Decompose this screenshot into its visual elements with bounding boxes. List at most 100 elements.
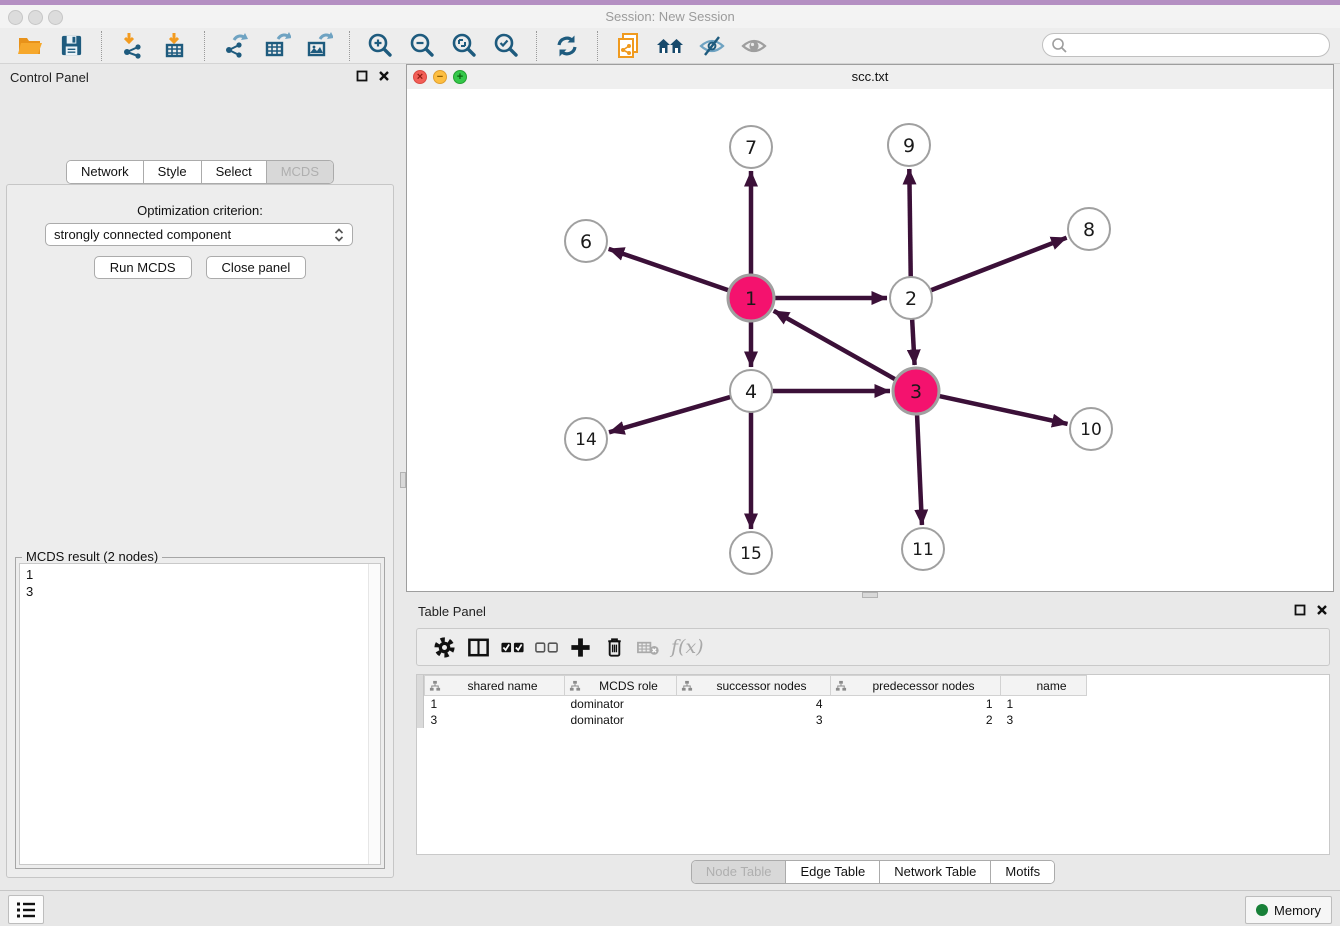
checked-boxes-icon [499, 635, 526, 660]
clone-network-button[interactable] [613, 31, 643, 61]
table-cell[interactable]: 1 [425, 696, 565, 713]
split-pane-icon [466, 635, 491, 660]
tab-edge-table[interactable]: Edge Table [785, 861, 879, 883]
graph-edge-1-6[interactable] [609, 249, 731, 291]
float-panel-icon[interactable] [1294, 604, 1306, 616]
close-panel-icon[interactable] [1316, 604, 1328, 616]
graph-node-15[interactable]: 15 [730, 532, 772, 574]
graph-edge-2-9[interactable] [909, 169, 910, 278]
toolbar-separator [597, 31, 598, 61]
tab-select[interactable]: Select [201, 161, 266, 183]
table-cell[interactable]: 3 [677, 712, 831, 728]
deselect-all-columns-button[interactable] [529, 632, 563, 662]
column-header-MCDS-role[interactable]: MCDS role [565, 676, 677, 696]
zoom-out-icon [409, 32, 436, 59]
graph-node-10[interactable]: 10 [1070, 408, 1112, 450]
mcds-result-textarea[interactable]: 13 [19, 563, 381, 865]
close-panel-icon[interactable] [378, 70, 390, 82]
import-network-button[interactable] [117, 31, 147, 61]
toggle-panes-button[interactable] [461, 632, 495, 662]
column-header-shared-name[interactable]: shared name [425, 676, 565, 696]
add-column-button[interactable] [563, 632, 597, 662]
node-table-grid[interactable]: shared nameMCDS rolesuccessor nodesprede… [424, 675, 1087, 728]
graph-node-9[interactable]: 9 [888, 124, 930, 166]
export-table-button[interactable] [262, 31, 292, 61]
table-cell[interactable]: 2 [831, 712, 1001, 728]
toolbar-separator [349, 31, 350, 61]
graph-edge-2-3[interactable] [912, 318, 915, 365]
graph-node-3[interactable]: 3 [893, 368, 939, 414]
run-mcds-button[interactable]: Run MCDS [94, 256, 192, 279]
tab-style[interactable]: Style [143, 161, 201, 183]
graph-node-2[interactable]: 2 [890, 277, 932, 319]
tab-network-table[interactable]: Network Table [879, 861, 990, 883]
zoom-out-button[interactable] [407, 31, 437, 61]
tab-mcds[interactable]: MCDS [266, 161, 333, 183]
table-settings-button[interactable] [427, 632, 461, 662]
column-header-name[interactable]: name [1001, 676, 1087, 696]
save-session-button[interactable] [56, 31, 86, 61]
table-cell[interactable]: 3 [425, 712, 565, 728]
hide-selected-button[interactable] [697, 31, 727, 61]
graph-node-11[interactable]: 11 [902, 528, 944, 570]
close-panel-button[interactable]: Close panel [206, 256, 307, 279]
delete-table-button[interactable] [631, 632, 665, 662]
gear-icon [432, 635, 457, 660]
show-all-button[interactable] [739, 31, 769, 61]
tab-motifs[interactable]: Motifs [990, 861, 1054, 883]
graph-edge-3-10[interactable] [937, 396, 1067, 424]
row-header-gutter [417, 675, 424, 728]
graph-node-7[interactable]: 7 [730, 126, 772, 168]
export-image-button[interactable] [304, 31, 334, 61]
table-row[interactable]: 1dominator411 [425, 696, 1087, 713]
table-cell[interactable]: dominator [565, 712, 677, 728]
network-graph[interactable]: 7 9 6 8 1 2 4 3 14 10 15 11 [407, 89, 1333, 591]
column-header-predecessor-nodes[interactable]: predecessor nodes [831, 676, 1001, 696]
criterion-value: strongly connected component [54, 227, 334, 242]
function-builder-button[interactable]: f(x) [671, 636, 704, 658]
clone-network-icon [615, 32, 642, 59]
delete-column-button[interactable] [597, 632, 631, 662]
first-neighbors-button[interactable] [655, 31, 685, 61]
export-network-button[interactable] [220, 31, 250, 61]
svg-text:4: 4 [745, 381, 757, 403]
table-cell[interactable]: 1 [831, 696, 1001, 713]
graph-node-8[interactable]: 8 [1068, 208, 1110, 250]
graph-node-1[interactable]: 1 [728, 275, 774, 321]
tab-node-table[interactable]: Node Table [692, 861, 786, 883]
svg-text:11: 11 [912, 540, 934, 560]
graph-edge-3-1[interactable] [774, 311, 897, 380]
import-table-button[interactable] [159, 31, 189, 61]
graph-edge-2-8[interactable] [930, 238, 1067, 291]
zoom-in-button[interactable] [365, 31, 395, 61]
search-input[interactable] [1073, 35, 1329, 55]
houses-icon [655, 33, 685, 59]
table-row[interactable]: 3dominator323 [425, 712, 1087, 728]
table-cell[interactable]: 3 [1001, 712, 1087, 728]
zoom-fit-button[interactable] [449, 31, 479, 61]
svg-text:1: 1 [745, 288, 757, 310]
criterion-dropdown[interactable]: strongly connected component [45, 223, 353, 246]
graph-node-14[interactable]: 14 [565, 418, 607, 460]
result-scrollbar[interactable] [368, 564, 380, 864]
float-panel-icon[interactable] [356, 70, 368, 82]
tab-network[interactable]: Network [67, 161, 143, 183]
refresh-button[interactable] [552, 31, 582, 61]
table-cell[interactable]: 1 [1001, 696, 1087, 713]
open-session-button[interactable] [14, 31, 44, 61]
column-header-successor-nodes[interactable]: successor nodes [677, 676, 831, 696]
zoom-selected-button[interactable] [491, 31, 521, 61]
graph-edge-3-11[interactable] [917, 413, 922, 525]
select-all-columns-button[interactable] [495, 632, 529, 662]
graph-node-6[interactable]: 6 [565, 220, 607, 262]
graph-node-4[interactable]: 4 [730, 370, 772, 412]
network-window-titlebar[interactable]: × − + scc.txt [407, 65, 1333, 90]
table-cell[interactable]: 4 [677, 696, 831, 713]
network-canvas[interactable]: 7 9 6 8 1 2 4 3 14 10 15 11 [407, 89, 1333, 591]
graph-edge-4-14[interactable] [609, 397, 732, 433]
table-panel: Table Panel [406, 598, 1340, 890]
memory-button[interactable]: Memory [1245, 896, 1332, 924]
svg-text:15: 15 [740, 544, 762, 564]
task-history-button[interactable] [8, 895, 44, 924]
table-cell[interactable]: dominator [565, 696, 677, 713]
